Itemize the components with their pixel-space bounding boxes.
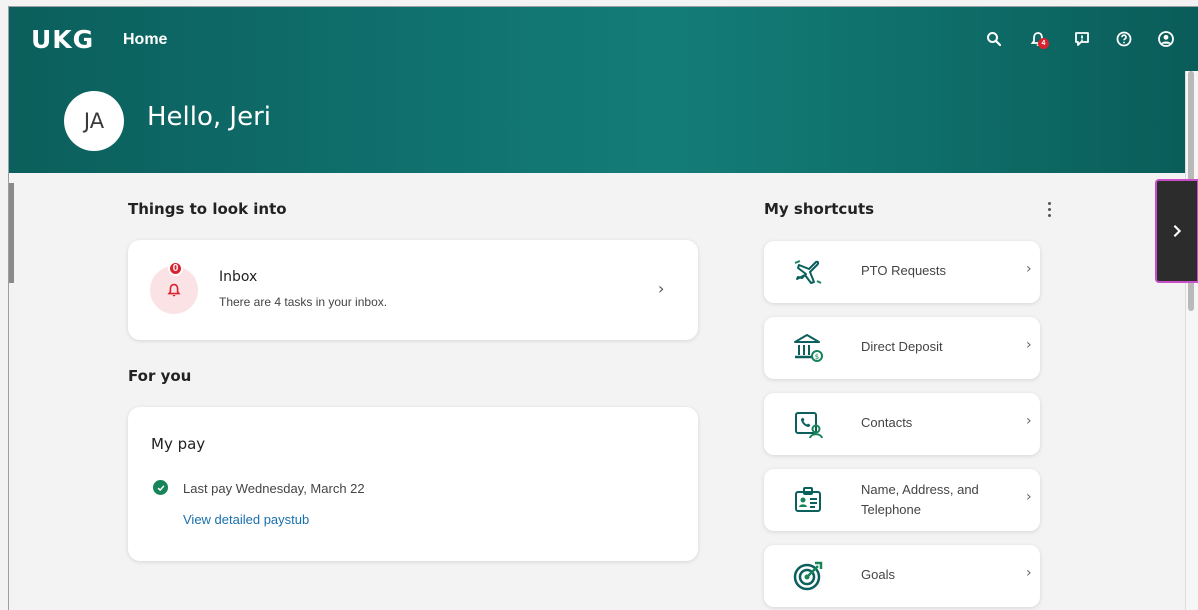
shortcut-pto-requests[interactable]: PTO Requests ›: [764, 241, 1040, 303]
bank-icon: $: [794, 334, 823, 362]
shortcut-label: Contacts: [861, 415, 913, 430]
shortcut-contacts[interactable]: Contacts ›: [764, 393, 1040, 455]
my-shortcuts-heading: My shortcuts: [764, 200, 875, 218]
shortcut-name-address-telephone[interactable]: Name, Address, and Telephone ›: [764, 469, 1040, 531]
app-window: UKG Home 4 JA Hello, Jeri Things to look…: [8, 6, 1198, 610]
id-card-icon: [795, 487, 821, 512]
shortcut-direct-deposit[interactable]: $ Direct Deposit ›: [764, 317, 1040, 379]
search-icon[interactable]: [983, 28, 1005, 50]
user-avatar[interactable]: JA: [64, 91, 124, 151]
my-pay-title: My pay: [151, 435, 206, 453]
target-icon: [793, 561, 823, 591]
chevron-right-icon: ›: [1026, 413, 1032, 429]
shortcut-label: Direct Deposit: [861, 339, 943, 354]
shortcut-label: Name, Address, and Telephone: [861, 482, 979, 517]
chevron-right-icon: ›: [1026, 337, 1032, 353]
shortcut-label: PTO Requests: [861, 263, 947, 278]
user-profile-icon[interactable]: [1155, 28, 1177, 50]
svg-text:$: $: [815, 353, 819, 361]
expand-panel-button[interactable]: [1155, 179, 1198, 283]
inbox-badge: 0: [168, 261, 183, 276]
notification-bell-icon[interactable]: 4: [1027, 28, 1049, 50]
right-scrollbar[interactable]: [1185, 71, 1198, 610]
shortcuts-more-menu-icon[interactable]: [1041, 199, 1057, 219]
inbox-card[interactable]: 0 Inbox There are 4 tasks in your inbox.…: [128, 240, 698, 340]
inbox-subtitle: There are 4 tasks in your inbox.: [219, 295, 388, 309]
notification-count-badge: 4: [1038, 38, 1049, 49]
check-circle-icon: [153, 480, 168, 495]
chevron-right-icon: [1173, 225, 1182, 237]
ukg-logo: UKG: [31, 25, 95, 54]
greeting-heading: Hello, Jeri: [147, 102, 272, 132]
my-pay-card: My pay Last pay Wednesday, March 22 View…: [128, 407, 698, 561]
things-to-look-into-heading: Things to look into: [128, 200, 287, 218]
page-title: Home: [123, 31, 168, 48]
inbox-title: Inbox: [219, 269, 258, 285]
feedback-icon[interactable]: [1071, 28, 1093, 50]
shortcut-label: Goals: [861, 567, 895, 582]
help-icon[interactable]: [1113, 28, 1135, 50]
chevron-right-icon: ›: [1026, 261, 1032, 277]
chevron-right-icon: ›: [1026, 565, 1032, 581]
last-pay-text: Last pay Wednesday, March 22: [183, 481, 365, 496]
chevron-right-icon: ›: [1026, 489, 1032, 505]
shortcut-goals[interactable]: Goals ›: [764, 545, 1040, 607]
contacts-icon: [795, 412, 823, 439]
view-paystub-link[interactable]: View detailed paystub: [183, 512, 309, 527]
left-scrollbar[interactable]: [9, 183, 14, 283]
header-banner: UKG Home 4 JA Hello, Jeri: [9, 7, 1198, 173]
airplane-icon: [794, 260, 822, 284]
chevron-right-icon: ›: [658, 279, 665, 298]
for-you-heading: For you: [128, 367, 192, 385]
